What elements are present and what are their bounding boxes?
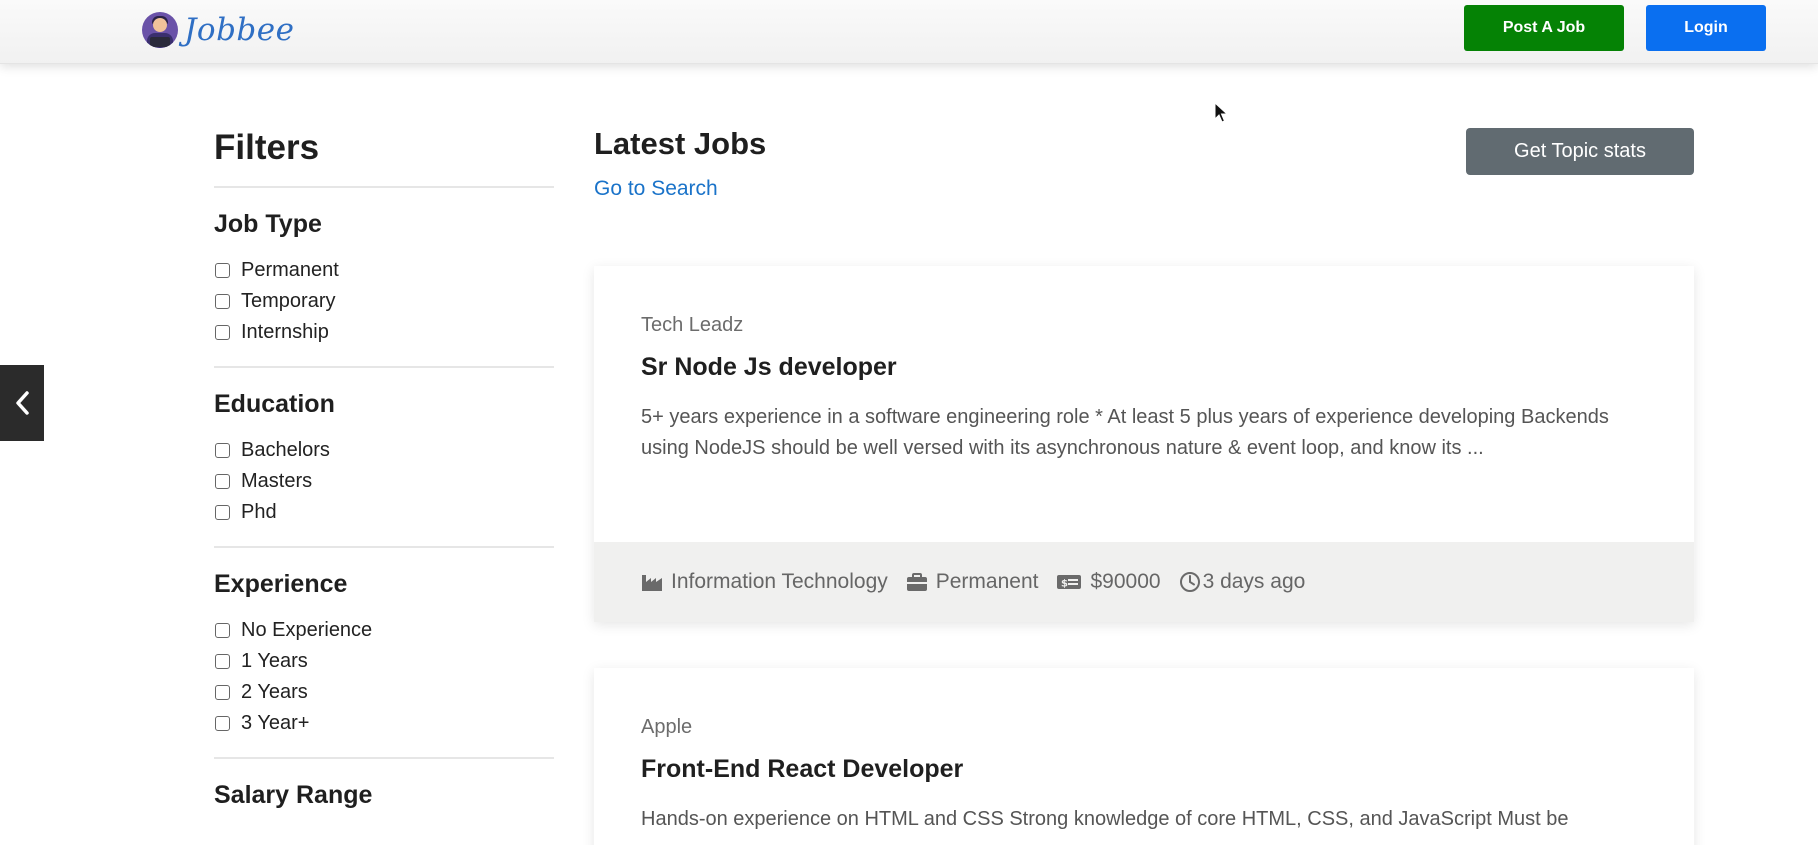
job-card[interactable]: Apple Front-End React Developer Hands-on…	[594, 668, 1694, 845]
filters-panel: Filters Job Type Permanent Temporary Int…	[214, 126, 554, 826]
chevron-left-icon	[16, 391, 29, 415]
checkbox[interactable]	[215, 443, 230, 458]
checkbox[interactable]	[215, 654, 230, 669]
brand-avatar-icon	[142, 12, 178, 48]
checkbox-label: Bachelors	[241, 439, 330, 461]
login-button[interactable]: Login	[1646, 5, 1766, 51]
checkbox-label: 3 Year+	[241, 712, 310, 734]
checkbox-label: 1 Years	[241, 650, 308, 672]
filter-group-title: Education	[214, 390, 335, 418]
job-salary: $ $90000	[1056, 570, 1161, 594]
checkbox-3-year-plus[interactable]: 3 Year+	[214, 708, 554, 739]
job-industry-label: Information Technology	[671, 570, 888, 593]
filter-group-education: Education Bachelors Masters Phd	[214, 390, 554, 548]
page-title: Latest Jobs	[594, 126, 767, 161]
get-topic-stats-button[interactable]: Get Topic stats	[1466, 128, 1694, 175]
checkbox-2-years[interactable]: 2 Years	[214, 677, 554, 708]
checkbox[interactable]	[215, 623, 230, 638]
job-industry: Information Technology	[641, 570, 888, 594]
job-title[interactable]: Sr Node Js developer	[641, 353, 1646, 382]
job-type-label: Permanent	[935, 570, 1039, 593]
checkbox-label: Phd	[241, 501, 277, 523]
job-description: 5+ years experience in a software engine…	[641, 406, 1609, 459]
checkbox-phd[interactable]: Phd	[214, 497, 554, 528]
job-card-footer: Information Technology Permanent $ $9000…	[594, 542, 1694, 622]
company-name: Tech Leadz	[641, 314, 744, 336]
filter-group-title: Salary Range	[214, 781, 373, 809]
checkbox-internship[interactable]: Internship	[214, 317, 554, 348]
clock-icon	[1179, 572, 1200, 592]
industry-icon	[642, 575, 662, 591]
brand-name: Jobbee	[184, 12, 295, 48]
brand-logo-link[interactable]: Jobbee	[142, 8, 294, 52]
navbar: Jobbee Post A Job Login	[0, 0, 1818, 64]
checkbox[interactable]	[215, 294, 230, 309]
divider	[214, 366, 554, 368]
go-to-search-link[interactable]: Go to Search	[594, 177, 718, 201]
divider	[214, 546, 554, 548]
checkbox-label: Masters	[241, 470, 313, 492]
divider	[214, 757, 554, 759]
svg-text:$: $	[1061, 579, 1068, 590]
job-posted: 3 days ago	[1179, 570, 1306, 594]
briefcase-icon	[906, 573, 927, 591]
checkbox-label: Internship	[241, 321, 329, 343]
checkbox[interactable]	[215, 325, 230, 340]
job-card[interactable]: Tech Leadz Sr Node Js developer 5+ years…	[594, 266, 1694, 622]
checkbox[interactable]	[215, 505, 230, 520]
money-icon: $	[1057, 575, 1082, 590]
checkbox-no-experience[interactable]: No Experience	[214, 615, 554, 646]
checkbox[interactable]	[215, 685, 230, 700]
job-salary-label: $90000	[1090, 570, 1161, 593]
mouse-cursor-icon	[1214, 102, 1229, 123]
filter-group-title: Job Type	[214, 210, 322, 238]
checkbox-temporary[interactable]: Temporary	[214, 286, 554, 317]
company-name: Apple	[641, 716, 693, 738]
filter-group-job-type: Job Type Permanent Temporary Internship	[214, 210, 554, 368]
filters-title: Filters	[214, 128, 320, 167]
checkbox-masters[interactable]: Masters	[214, 466, 554, 497]
checkbox[interactable]	[215, 716, 230, 731]
checkbox-permanent[interactable]: Permanent	[214, 255, 554, 286]
filter-group-experience: Experience No Experience 1 Years 2 Years…	[214, 570, 554, 759]
checkbox[interactable]	[215, 474, 230, 489]
divider	[214, 186, 554, 188]
checkbox-label: Permanent	[241, 259, 339, 281]
checkbox[interactable]	[215, 263, 230, 278]
checkbox-label: No Experience	[241, 619, 373, 641]
checkbox-bachelors[interactable]: Bachelors	[214, 435, 554, 466]
checkbox-1-years[interactable]: 1 Years	[214, 646, 554, 677]
post-job-button[interactable]: Post A Job	[1464, 5, 1624, 51]
filter-group-title: Experience	[214, 570, 348, 598]
sidebar-toggle-button[interactable]	[0, 365, 44, 441]
checkbox-label: Temporary	[241, 290, 336, 312]
job-description: Hands-on experience on HTML and CSS Stro…	[641, 808, 1569, 830]
checkbox-label: 2 Years	[241, 681, 308, 703]
job-type: Permanent	[906, 570, 1039, 594]
filter-group-salary-range: Salary Range	[214, 781, 554, 810]
job-posted-label: 3 days ago	[1202, 570, 1306, 593]
job-title[interactable]: Front-End React Developer	[641, 755, 1646, 784]
